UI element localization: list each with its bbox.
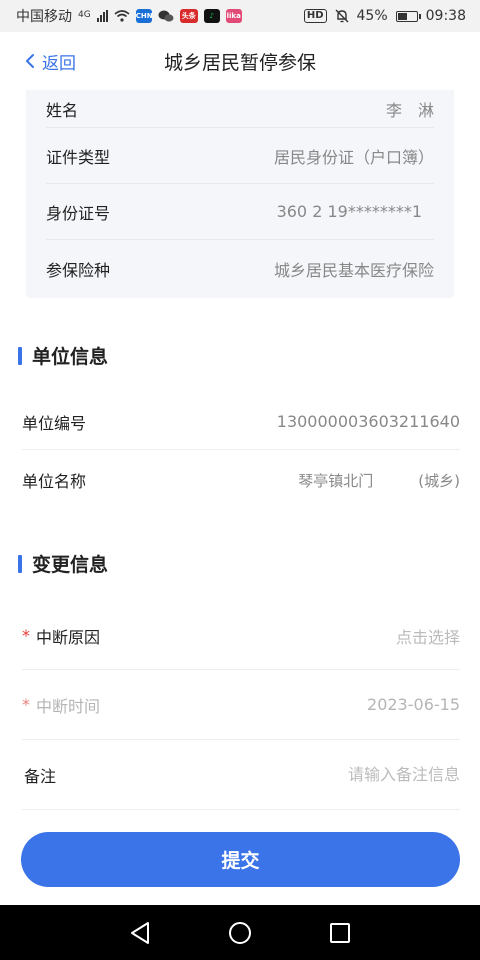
- interrupt-time-label: 中断时间: [36, 696, 101, 716]
- unit-number-label: 单位编号: [22, 413, 87, 433]
- battery-icon: [395, 10, 421, 22]
- interrupt-reason-label: 中断原因: [36, 627, 101, 647]
- change-section-title: 变更信息: [18, 550, 108, 577]
- required-marker: *: [22, 626, 30, 645]
- personal-row-label: 参保险种: [46, 261, 111, 280]
- home-circle-icon[interactable]: [228, 921, 252, 945]
- interrupt-reason-select[interactable]: * 中断原因 点击选择: [22, 602, 460, 670]
- required-marker: *: [22, 695, 30, 714]
- status-right: HD 45% 09:38: [303, 8, 466, 24]
- status-left: 中国移动 4G CHN 头条 ♪ lika: [16, 6, 242, 26]
- interrupt-reason-placeholder: 点击选择: [395, 627, 460, 647]
- chevron-left-icon: [26, 54, 34, 68]
- unit-number-value: 130000003603211640: [276, 412, 460, 431]
- remark-label: 备注: [24, 766, 57, 786]
- submit-button[interactable]: 提交: [21, 832, 460, 887]
- change-section-label: 变更信息: [32, 554, 109, 576]
- clock-time: 09:38: [425, 8, 466, 24]
- personal-row-value: 360 2 19********1: [276, 202, 422, 221]
- unit-name-value: 琴亭镇北门 (城乡): [298, 471, 460, 490]
- back-button[interactable]: 返回: [24, 32, 76, 90]
- wechat-icon: [158, 10, 174, 22]
- battery-percent: 45%: [356, 8, 388, 24]
- recents-square-icon[interactable]: [329, 922, 351, 944]
- back-triangle-icon[interactable]: [129, 921, 151, 945]
- remark-row: 备注: [22, 740, 460, 810]
- personal-row-value: 居民身份证（户口簿）: [273, 147, 434, 167]
- personal-row-insurance-type: 参保险种 城乡居民基本医疗保险: [46, 240, 434, 298]
- app-badge-3-icon: ♪: [203, 9, 220, 23]
- personal-row-id-type: 证件类型 居民身份证（户口簿）: [46, 128, 434, 184]
- remark-input[interactable]: [240, 765, 460, 784]
- unit-name-label: 单位名称: [22, 472, 87, 491]
- unit-number-row: 单位编号 130000003603211640: [22, 394, 460, 450]
- personal-row-label: 证件类型: [46, 147, 111, 167]
- form-content[interactable]: 姓名 李 淋 证件类型 居民身份证（户口簿） 身份证号 360 2 19****…: [0, 90, 480, 900]
- wifi-icon: [114, 10, 130, 22]
- system-nav-bar: [0, 905, 480, 960]
- unit-section-title: 单位信息: [18, 342, 108, 369]
- interrupt-time-value: 2023-06-15: [367, 695, 460, 714]
- personal-row-id-number: 身份证号 360 2 19********1: [46, 184, 434, 240]
- personal-row-label: 身份证号: [46, 203, 111, 223]
- app-badge-1-icon: CHN: [135, 9, 153, 23]
- unit-section-label: 单位信息: [32, 346, 109, 368]
- signal-icon: [96, 10, 108, 22]
- carrier-name: 中国移动: [16, 9, 72, 25]
- status-bar: 中国移动 4G CHN 头条 ♪ lika HD 45% 09:38: [0, 0, 480, 32]
- app-badge-4-icon: lika: [225, 9, 242, 23]
- interrupt-time-row: * 中断时间 2023-06-15: [22, 670, 460, 740]
- network-type: 4G: [78, 10, 91, 20]
- app-badge-2-icon: 头条: [179, 9, 198, 23]
- back-label: 返回: [42, 53, 76, 74]
- unit-name-row: 单位名称 琴亭镇北门 (城乡): [22, 450, 460, 510]
- personal-row-value: 李 淋: [385, 100, 434, 120]
- personal-row-value: 城乡居民基本医疗保险: [273, 261, 434, 280]
- personal-row-label: 姓名: [46, 100, 79, 120]
- section-accent-bar: [18, 554, 22, 573]
- section-accent-bar: [18, 346, 22, 365]
- hd-badge: HD: [303, 9, 327, 23]
- personal-row-name: 姓名 李 淋: [46, 90, 434, 128]
- mute-bell-icon: [335, 9, 349, 23]
- personal-info-card: 姓名 李 淋 证件类型 居民身份证（户口簿） 身份证号 360 2 19****…: [26, 90, 454, 298]
- nav-bar: 返回 城乡居民暂停参保: [0, 32, 480, 90]
